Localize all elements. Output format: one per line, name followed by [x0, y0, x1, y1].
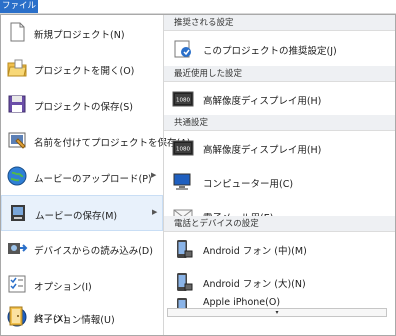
submenu-arrow-icon: ▶ — [152, 208, 158, 216]
menu-item-label: 終了(X) — [34, 314, 67, 325]
menu-item-options[interactable]: オプション(I) — [1, 267, 163, 303]
submenu-scroll-down-button[interactable]: ▾ — [167, 308, 387, 317]
submenu-item-label: コンピューター用(C) — [203, 179, 294, 190]
svg-text:1080: 1080 — [176, 147, 190, 153]
menu-item-label: プロジェクトの保存(S) — [34, 102, 133, 113]
menu-item-new-project[interactable]: 新規プロジェクト(N) — [1, 15, 163, 51]
ribbon-bar: ファイル — [0, 0, 396, 14]
menu-item-open-project[interactable]: プロジェクトを開く(O) — [1, 51, 163, 87]
submenu-item-recent-hd[interactable]: 1080 高解像度ディスプレイ用(H) — [164, 82, 395, 116]
file-tab[interactable]: ファイル — [0, 0, 38, 13]
save-movie-submenu: 推奨される設定 このプロジェクトの推奨設定(J) 最近使用した設定 1080 高… — [164, 15, 395, 335]
menu-item-label: デバイスからの読み込み(D) — [34, 246, 153, 257]
new-document-icon — [10, 22, 25, 42]
menu-item-label: オプション(I) — [34, 282, 92, 293]
menu-item-label: ムービーの保存(M) — [35, 211, 118, 222]
section-header-devices: 電話とデバイスの設定 — [164, 216, 395, 232]
section-header-common: 共通設定 — [164, 115, 395, 131]
android-phone-icon — [177, 240, 193, 258]
section-header-recommended: 推奨される設定 — [164, 15, 395, 31]
menu-item-save-project[interactable]: プロジェクトの保存(S) — [1, 87, 163, 123]
submenu-item-computer[interactable]: コンピューター用(C) — [164, 165, 395, 199]
submenu-arrow-icon: ▶ — [151, 171, 157, 179]
submenu-item-recommended-settings[interactable]: このプロジェクトの推奨設定(J) — [164, 32, 395, 66]
menu-item-label: プロジェクトを開く(O) — [34, 66, 135, 77]
menu-item-save-movie[interactable]: ムービーの保存(M) ▶ — [1, 195, 163, 231]
hd-1080-icon: 1080 — [172, 91, 194, 107]
svg-text:1080: 1080 — [176, 98, 190, 104]
iphone-icon — [177, 298, 187, 308]
submenu-item-android-medium[interactable]: Android フォン (中)(M) — [164, 232, 395, 266]
save-movie-icon — [11, 205, 25, 221]
menu-item-save-project-as[interactable]: 名前を付けてプロジェクトを保存(A) — [1, 123, 190, 159]
save-disk-icon — [8, 95, 26, 113]
submenu-item-label: Android フォン (中)(M) — [203, 246, 307, 257]
menu-item-upload-movie[interactable]: ムービーのアップロード(P) ▶ — [1, 159, 163, 195]
options-checklist-icon — [8, 275, 26, 293]
menu-item-exit[interactable]: 終了(X) — [1, 299, 162, 335]
save-as-icon — [8, 132, 26, 149]
menu-item-label: 新規プロジェクト(N) — [34, 30, 125, 41]
submenu-item-label: このプロジェクトの推奨設定(J) — [203, 46, 337, 57]
submenu-item-common-hd[interactable]: 1080 高解像度ディスプレイ用(H) — [164, 131, 395, 165]
computer-icon — [173, 173, 191, 190]
file-menu: 新規プロジェクト(N) プロジェクトを開く(O) プロジェクトの保存(S) 名前… — [0, 14, 396, 336]
android-phone-icon — [177, 273, 193, 291]
submenu-item-label: 高解像度ディスプレイ用(H) — [203, 96, 322, 107]
file-menu-left-pane: 新規プロジェクト(N) プロジェクトを開く(O) プロジェクトの保存(S) 名前… — [1, 15, 190, 335]
section-header-recent: 最近使用した設定 — [164, 66, 395, 82]
submenu-item-label: Apple iPhone(O) — [203, 297, 281, 308]
open-folder-icon — [7, 59, 27, 77]
submenu-item-label: Android フォン (大)(N) — [203, 279, 306, 290]
submenu-item-label: 高解像度ディスプレイ用(H) — [203, 145, 322, 156]
submenu-item-iphone[interactable]: Apple iPhone(O) — [164, 294, 395, 308]
menu-item-label: ムービーのアップロード(P) — [34, 174, 152, 185]
hd-1080-icon: 1080 — [172, 140, 194, 156]
menu-item-import-from-device[interactable]: デバイスからの読み込み(D) — [1, 231, 163, 267]
recommended-settings-icon — [174, 40, 191, 58]
globe-upload-icon — [7, 166, 27, 186]
exit-door-icon — [9, 306, 23, 326]
device-import-icon — [8, 243, 28, 254]
